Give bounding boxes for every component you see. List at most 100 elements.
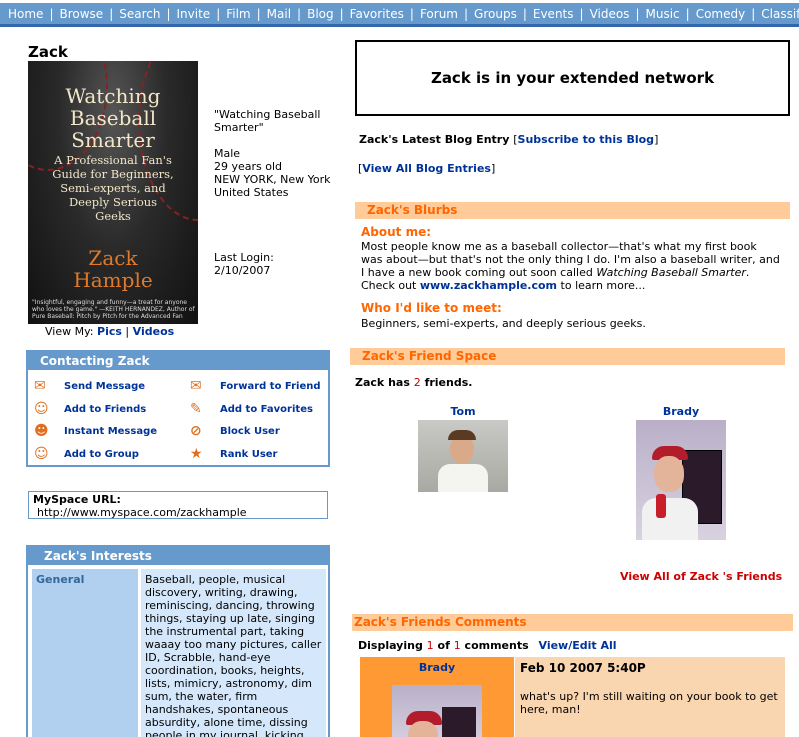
interests-title: Zack's Interests: [28, 547, 328, 565]
nav-link-events[interactable]: Events: [533, 7, 574, 21]
contact-item-label: Add to Friends: [64, 403, 147, 415]
favorites-icon: ✎: [190, 401, 202, 417]
about-me-heading: About me:: [361, 225, 432, 239]
myspace-url-value[interactable]: http://www.myspace.com/zackhample: [33, 506, 323, 519]
nav-separator: |: [297, 6, 302, 21]
nav-separator: |: [339, 6, 344, 21]
friend-name-link[interactable]: Tom: [418, 405, 508, 418]
extended-network-box: Zack is in your extended network: [355, 40, 790, 116]
nav-link-home[interactable]: Home: [8, 7, 43, 21]
forward-envelope-icon: ✉: [190, 378, 202, 394]
view-all-blog: [View All Blog Entries]: [358, 162, 495, 175]
profile-gender: Male: [214, 147, 241, 160]
friend-count-number: 2: [413, 376, 421, 389]
nav-separator: |: [166, 6, 171, 21]
contact-add-to-favorites-button[interactable]: ✎ Add to Favorites: [190, 401, 313, 417]
contact-rank-user-button[interactable]: ★ Rank User: [190, 446, 278, 462]
profile-details: Male 29 years old NEW YORK, New York Uni…: [214, 147, 334, 199]
nav-link-classifieds[interactable]: Classifieds: [761, 7, 799, 21]
nav-link-invite[interactable]: Invite: [177, 7, 211, 21]
nav-link-music[interactable]: Music: [645, 7, 679, 21]
profile-city: NEW YORK, New York: [214, 173, 331, 186]
profile-country: United States: [214, 186, 289, 199]
friend-photo[interactable]: [418, 420, 508, 492]
who-to-meet-text: Beginners, semi-experts, and deeply seri…: [361, 317, 646, 330]
contact-forward-to-friend-button[interactable]: ✉ Forward to Friend: [190, 378, 321, 394]
comment-content-cell: Feb 10 2007 5:40P what's up? I'm still w…: [515, 657, 785, 737]
nav-link-browse[interactable]: Browse: [59, 7, 103, 21]
last-login: Last Login: 2/10/2007: [214, 251, 334, 277]
about-text-part: to learn more...: [557, 279, 646, 292]
contact-item-label: Add to Favorites: [220, 403, 313, 415]
blurbs-header: Zack's Blurbs: [355, 202, 790, 219]
comment-author-cell: Brady: [360, 657, 514, 737]
nav-link-forum[interactable]: Forum: [420, 7, 458, 21]
extended-network-text: Zack is in your extended network: [430, 69, 715, 87]
photo-hair-shape: [448, 430, 476, 440]
friend-photo[interactable]: [636, 420, 726, 540]
nav-separator: |: [635, 6, 640, 21]
interests-category: General: [32, 569, 138, 737]
nav-link-videos[interactable]: Videos: [590, 7, 630, 21]
pics-link[interactable]: Pics: [97, 325, 122, 338]
friend-count-prefix: Zack has: [355, 376, 410, 389]
nav-link-favorites[interactable]: Favorites: [350, 7, 404, 21]
contact-add-to-group-button[interactable]: ☺ Add to Group: [34, 446, 139, 462]
comment-author-photo[interactable]: [392, 685, 482, 737]
profile-photo-book-cover[interactable]: Watching Baseball Smarter A Professional…: [28, 61, 198, 324]
contact-block-user-button[interactable]: ⊘ Block User: [190, 423, 280, 439]
friends-comments-header: Zack's Friends Comments: [352, 614, 793, 631]
who-to-meet-heading: Who I'd like to meet:: [361, 301, 502, 315]
comment-author-link[interactable]: Brady: [360, 661, 514, 674]
about-me-text: Most people know me as a baseball collec…: [361, 240, 781, 292]
blurbs-title: Zack's Blurbs: [367, 203, 458, 217]
nav-separator: |: [216, 6, 221, 21]
contact-instant-message-button[interactable]: ☻ Instant Message: [34, 423, 157, 439]
book-subtitle: A Professional Fan's Guide for Beginners…: [52, 153, 174, 223]
photo-shirt-shape: [642, 498, 698, 540]
myspace-url-box: MySpace URL: http://www.myspace.com/zack…: [28, 491, 328, 519]
profile-age: 29 years old: [214, 160, 283, 173]
nav-separator: |: [522, 6, 527, 21]
videos-link[interactable]: Videos: [133, 325, 175, 338]
interests-box: Zack's Interests General Baseball, peopl…: [26, 545, 330, 737]
comments-label: comments: [464, 639, 529, 652]
friend-space-title: Zack's Friend Space: [362, 349, 497, 363]
nav-separator: |: [256, 6, 261, 21]
photo-face-shape: [654, 456, 684, 492]
nav-link-comedy[interactable]: Comedy: [696, 7, 746, 21]
zackhample-link[interactable]: www.zackhample.com: [420, 279, 557, 292]
nav-link-groups[interactable]: Groups: [474, 7, 517, 21]
nav-link-mail[interactable]: Mail: [267, 7, 291, 21]
about-book-title: Watching Baseball Smarter: [596, 266, 746, 279]
nav-link-search[interactable]: Search: [119, 7, 160, 21]
photo-book-shape: [442, 707, 476, 737]
friend-name-link[interactable]: Brady: [636, 405, 726, 418]
top-navigation: Home | Browse | Search | Invite | Film | Mail | Blog…: [0, 0, 799, 30]
book-blurb: "Insightful, engaging and funny—a treat …: [32, 299, 195, 320]
subscribe-blog-link[interactable]: Subscribe to this Blog: [518, 133, 655, 146]
view-my-label: View My:: [45, 325, 94, 338]
nav-separator: |: [579, 6, 584, 21]
rank-user-icon: ★: [190, 446, 203, 462]
interests-text: Baseball, people, musical discovery, wri…: [141, 569, 326, 737]
view-edit-all-link[interactable]: View/Edit All: [539, 639, 617, 652]
view-all-blog-link[interactable]: View All Blog Entries: [362, 162, 491, 175]
contact-item-label: Add to Group: [64, 448, 139, 460]
nav-link-film[interactable]: Film: [226, 7, 250, 21]
contact-add-to-friends-button[interactable]: ☺ Add to Friends: [34, 401, 146, 417]
comments-shown: 1: [426, 639, 434, 652]
view-all-friends-link[interactable]: View All of Zack 's Friends: [620, 570, 782, 583]
photo-foam-finger-shape: [656, 494, 666, 518]
latest-blog-label: Zack's Latest Blog Entry: [359, 133, 510, 146]
nav-link-blog[interactable]: Blog: [307, 7, 334, 21]
envelope-icon: ✉: [34, 378, 46, 394]
contact-item-label: Forward to Friend: [220, 380, 321, 392]
view-my-links: View My: Pics | Videos: [45, 325, 174, 338]
contact-item-label: Block User: [220, 425, 280, 437]
profile-headline: "Watching Baseball Smarter": [214, 108, 321, 134]
contact-send-message-button[interactable]: ✉ Send Message: [34, 378, 145, 394]
last-login-label: Last Login:: [214, 251, 274, 264]
block-user-icon: ⊘: [190, 423, 202, 439]
friends-comments-title: Zack's Friends Comments: [354, 615, 527, 629]
